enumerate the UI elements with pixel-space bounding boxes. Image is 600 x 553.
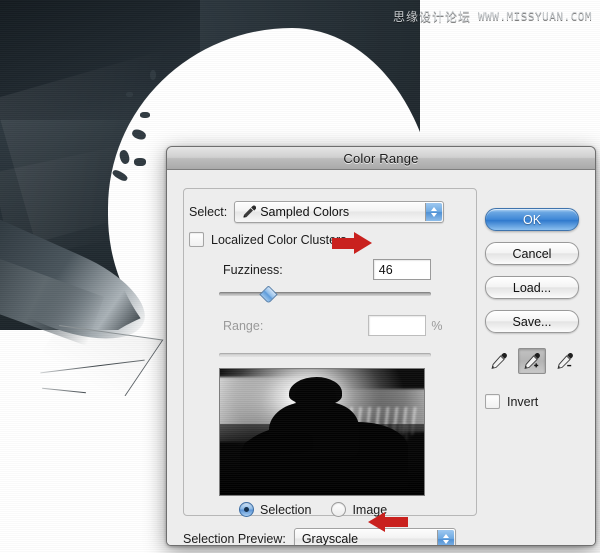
ok-button[interactable]: OK (485, 208, 579, 231)
radio-selection-label: Selection (260, 503, 311, 517)
fuzziness-label: Fuzziness: (223, 263, 283, 277)
radio-selection-control[interactable] (239, 502, 254, 517)
preview-noise-overlay (220, 369, 424, 495)
range-label: Range: (223, 319, 263, 333)
select-label: Select: (189, 205, 227, 219)
watermark-cn-text: 思缘设计论坛 (393, 8, 471, 25)
cancel-button[interactable]: Cancel (485, 242, 579, 265)
selection-preview-row: Selection Preview: Grayscale (183, 528, 456, 546)
eyedropper-toolbar (485, 348, 581, 374)
select-stepper-arrows[interactable] (425, 203, 442, 221)
arrow-head (354, 232, 372, 254)
fuzziness-row: Fuzziness: 46 (223, 259, 431, 280)
dialog-body: Select: Sampled Colors Localized Color C… (167, 170, 595, 546)
localized-color-clusters-label: Localized Color Clusters (211, 233, 346, 247)
preview-mode-radios: Selection Image (239, 502, 387, 517)
selection-preview-label: Selection Preview: (183, 532, 286, 546)
photo-speckle (134, 158, 146, 166)
fuzziness-slider-thumb[interactable] (260, 286, 275, 301)
selection-preview-stepper-arrows[interactable] (437, 530, 454, 546)
chevron-up-icon (431, 207, 437, 211)
select-row: Select: Sampled Colors (189, 201, 444, 223)
chevron-down-icon (443, 540, 449, 544)
save-button[interactable]: Save... (485, 310, 579, 333)
fuzziness-input[interactable]: 46 (373, 259, 431, 280)
range-slider[interactable] (219, 348, 431, 362)
dialog-button-column: OK Cancel Load... Save... (485, 208, 581, 344)
select-dropdown[interactable]: Sampled Colors (234, 201, 444, 223)
eyedropper-icon[interactable] (485, 348, 513, 374)
arrow-shaft (384, 517, 408, 527)
arrow-to-selection-preview (368, 512, 408, 532)
arrow-to-fuzziness-field (332, 232, 372, 254)
invert-checkbox[interactable] (485, 394, 500, 409)
watermark-url-text: WWW.MISSYUAN.COM (478, 10, 592, 23)
invert-label: Invert (507, 395, 538, 409)
watermark: 思缘设计论坛 WWW.MISSYUAN.COM (393, 8, 592, 25)
invert-row[interactable]: Invert (485, 394, 538, 409)
range-unit: % (431, 319, 442, 333)
eyedropper-subtract-icon[interactable] (551, 348, 579, 374)
dialog-titlebar[interactable]: Color Range (167, 147, 595, 170)
localized-color-clusters-row[interactable]: Localized Color Clusters (189, 232, 346, 247)
range-input[interactable] (368, 315, 426, 336)
dialog-title: Color Range (343, 151, 418, 166)
color-range-dialog: Color Range Select: Sampled Colors (166, 146, 596, 546)
fuzziness-value: 46 (374, 263, 393, 277)
localized-color-clusters-checkbox[interactable] (189, 232, 204, 247)
fuzziness-slider-track (219, 292, 431, 296)
photo-speckle (150, 70, 156, 80)
eyedropper-add-icon[interactable] (518, 348, 546, 374)
radio-selection[interactable]: Selection (239, 502, 311, 517)
selection-preview-value: Grayscale (295, 532, 358, 546)
range-slider-track (219, 353, 431, 357)
eyedropper-icon (241, 205, 256, 219)
photo-speckle (126, 92, 133, 97)
chevron-down-icon (431, 213, 437, 217)
arrow-shaft (332, 238, 356, 249)
load-button[interactable]: Load... (485, 276, 579, 299)
range-row: Range: % (223, 315, 442, 336)
fuzziness-slider[interactable] (219, 287, 431, 301)
photo-speckle (140, 112, 150, 118)
chevron-up-icon (443, 534, 449, 538)
arrow-head (368, 512, 385, 532)
preview-thumbnail[interactable] (219, 368, 425, 496)
radio-image-control[interactable] (331, 502, 346, 517)
